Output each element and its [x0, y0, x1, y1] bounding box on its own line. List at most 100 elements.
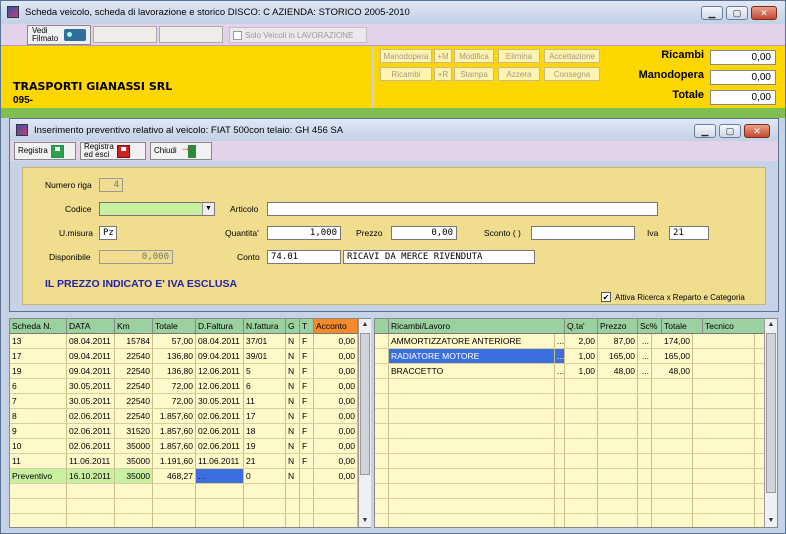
elimina-button[interactable]: Elimina	[498, 49, 540, 63]
consegna-button[interactable]: Consegna	[544, 67, 600, 81]
codice-field[interactable]	[99, 202, 215, 216]
add-m-button[interactable]: +M	[434, 49, 452, 63]
modifica-button[interactable]: Modifica	[454, 49, 494, 63]
col-totale-r[interactable]: Totale	[662, 319, 703, 333]
app-icon	[7, 6, 19, 18]
table-row[interactable]: 10 02.06.2011 35000 1.857,60 02.06.2011 19 N F 0…	[10, 439, 370, 454]
accettazione-button[interactable]: Accettazione	[544, 49, 600, 63]
registra-button[interactable]: Registra	[14, 142, 76, 160]
table-cell: 02.06.2011	[67, 439, 115, 453]
quantita-field[interactable]: 1,000	[267, 226, 341, 240]
table-row[interactable]: 17 09.04.2011 22540 136,80 09.04.2011 39/01 N F…	[10, 349, 370, 364]
table-row[interactable]	[375, 499, 777, 514]
col-scheda[interactable]: Scheda N.	[10, 319, 67, 333]
prezzo-field[interactable]: 0,00	[391, 226, 457, 240]
chiudi-button[interactable]: Chiudi	[150, 142, 212, 160]
table-row[interactable]	[375, 469, 777, 484]
table-row[interactable]: Preventivo 16.10.2011 35000 468,27. . 0 N 0,00	[10, 469, 370, 484]
table-cell: 6	[244, 379, 286, 393]
col-sc[interactable]: Sc%	[638, 319, 662, 333]
scroll-thumb[interactable]	[360, 333, 370, 475]
table-row[interactable]	[375, 424, 777, 439]
scroll-thumb[interactable]	[766, 333, 776, 493]
solo-veicoli-checkbox[interactable]: Solo Veicoli in LAVORAZIONE	[229, 27, 367, 43]
dialog-minimize-button[interactable]: ▁	[694, 124, 716, 138]
col-dfattura[interactable]: D.Faltura	[196, 319, 244, 333]
table-cell	[286, 499, 300, 513]
col-tecnico[interactable]: Tecnico	[703, 319, 765, 333]
table-cell	[638, 484, 652, 498]
table-row[interactable]: BRACCETTO... 1,00 48,00... 48,00	[375, 364, 777, 379]
table-row[interactable]: 13 08.04.2011 15784 57,00 08.04.2011 37/01 N F 0…	[10, 334, 370, 349]
close-button[interactable]: ✕	[751, 6, 777, 20]
table-row[interactable]: 8 02.06.2011 22540 1.857,60 02.06.2011 17 N F 0,…	[10, 409, 370, 424]
scroll-down-icon[interactable]: ▼	[765, 515, 777, 527]
table-row[interactable]	[375, 379, 777, 394]
table-row[interactable]: AMMORTIZZATORE ANTERIORE... 2,00 87,00... 1…	[375, 334, 777, 349]
toolbar-field-1[interactable]	[93, 26, 157, 43]
col-prezzo[interactable]: Prezzo	[598, 319, 638, 333]
scroll-up-icon[interactable]: ▲	[765, 319, 777, 331]
table-cell: ...	[557, 364, 565, 378]
manodopera-button[interactable]: Manodopera	[380, 49, 432, 63]
table-cell	[67, 484, 115, 498]
table-row[interactable]	[10, 499, 370, 514]
table-row[interactable]: 11 11.06.2011 35000 1.191,60 11.06.2011 21 N F 0…	[10, 454, 370, 469]
ricambi-scrollbar[interactable]: ▲ ▼	[764, 319, 777, 527]
table-cell	[555, 499, 565, 513]
schede-scrollbar[interactable]: ▲ ▼	[358, 319, 371, 527]
conto-field[interactable]: 74.01	[267, 250, 341, 264]
toolbar-field-2[interactable]	[159, 26, 223, 43]
vedi-filmato-button[interactable]: Vedi Filmato	[27, 25, 91, 45]
ricambi-button[interactable]: Ricambi	[380, 67, 432, 81]
table-cell	[598, 424, 638, 438]
maximize-button[interactable]: ▢	[726, 6, 748, 20]
sconto-field[interactable]	[531, 226, 635, 240]
scroll-down-icon[interactable]: ▼	[359, 515, 371, 527]
table-row[interactable]	[375, 514, 777, 527]
table-row[interactable]	[375, 484, 777, 499]
table-row[interactable]	[10, 514, 370, 527]
dialog-maximize-button[interactable]: ▢	[719, 124, 741, 138]
stampa-button[interactable]: Stampa	[454, 67, 494, 81]
table-row[interactable]: 6 30.05.2011 22540 72,00 12.06.2011 6 N F 0,00	[10, 379, 370, 394]
umisura-field[interactable]: Pz	[99, 226, 117, 240]
registra-esci-button[interactable]: Registra ed esci	[80, 142, 146, 160]
table-row[interactable]: RADIATORE MOTORE... 1,00 165,00... 165,00	[375, 349, 777, 364]
table-row[interactable]	[375, 439, 777, 454]
col-acconto[interactable]: Acconto	[314, 319, 358, 333]
table-cell	[693, 469, 755, 483]
col-totale[interactable]: Totale	[153, 319, 196, 333]
dialog-close-button[interactable]: ✕	[744, 124, 770, 138]
col-nfattura[interactable]: N.fattura	[244, 319, 286, 333]
col-ricambi[interactable]: Ricambi/Lavoro	[389, 319, 565, 333]
articolo-field[interactable]	[267, 202, 658, 216]
table-row[interactable]: 7 30.05.2011 22540 72,00 30.05.2011 11 N F 0,00	[10, 394, 370, 409]
add-r-button[interactable]: +R	[434, 67, 452, 81]
chevron-down-icon[interactable]: ▼	[202, 203, 214, 215]
table-row[interactable]	[375, 394, 777, 409]
azzera-button[interactable]: Azzera	[498, 67, 540, 81]
col-g[interactable]: G	[286, 319, 300, 333]
table-cell	[598, 409, 638, 423]
scroll-up-icon[interactable]: ▲	[359, 319, 371, 331]
attiva-ricerca-checkbox[interactable]: ✔ Attiva Ricerca x Reparto e Categoria	[601, 292, 745, 302]
col-data[interactable]: DATA	[67, 319, 115, 333]
col-qta[interactable]: Q.ta'	[565, 319, 598, 333]
col-km[interactable]: Km	[115, 319, 153, 333]
table-cell	[375, 484, 389, 498]
table-cell	[652, 499, 693, 513]
table-row[interactable]	[375, 454, 777, 469]
table-row[interactable]: 9 02.06.2011 31520 1.857,60 02.06.2011 18 N F 0,…	[10, 424, 370, 439]
table-cell: 136,80	[153, 349, 196, 363]
minimize-button[interactable]: ▁	[701, 6, 723, 20]
iva-field[interactable]: 21	[669, 226, 709, 240]
table-row[interactable]	[375, 409, 777, 424]
table-row[interactable]	[10, 484, 370, 499]
table-cell	[598, 379, 638, 393]
col-t[interactable]: T	[300, 319, 314, 333]
table-cell	[652, 439, 693, 453]
table-cell	[555, 484, 565, 498]
table-row[interactable]: 19 09.04.2011 22540 136,80 12.06.2011 5 N F 0,00	[10, 364, 370, 379]
table-cell: 72,00	[153, 394, 196, 408]
